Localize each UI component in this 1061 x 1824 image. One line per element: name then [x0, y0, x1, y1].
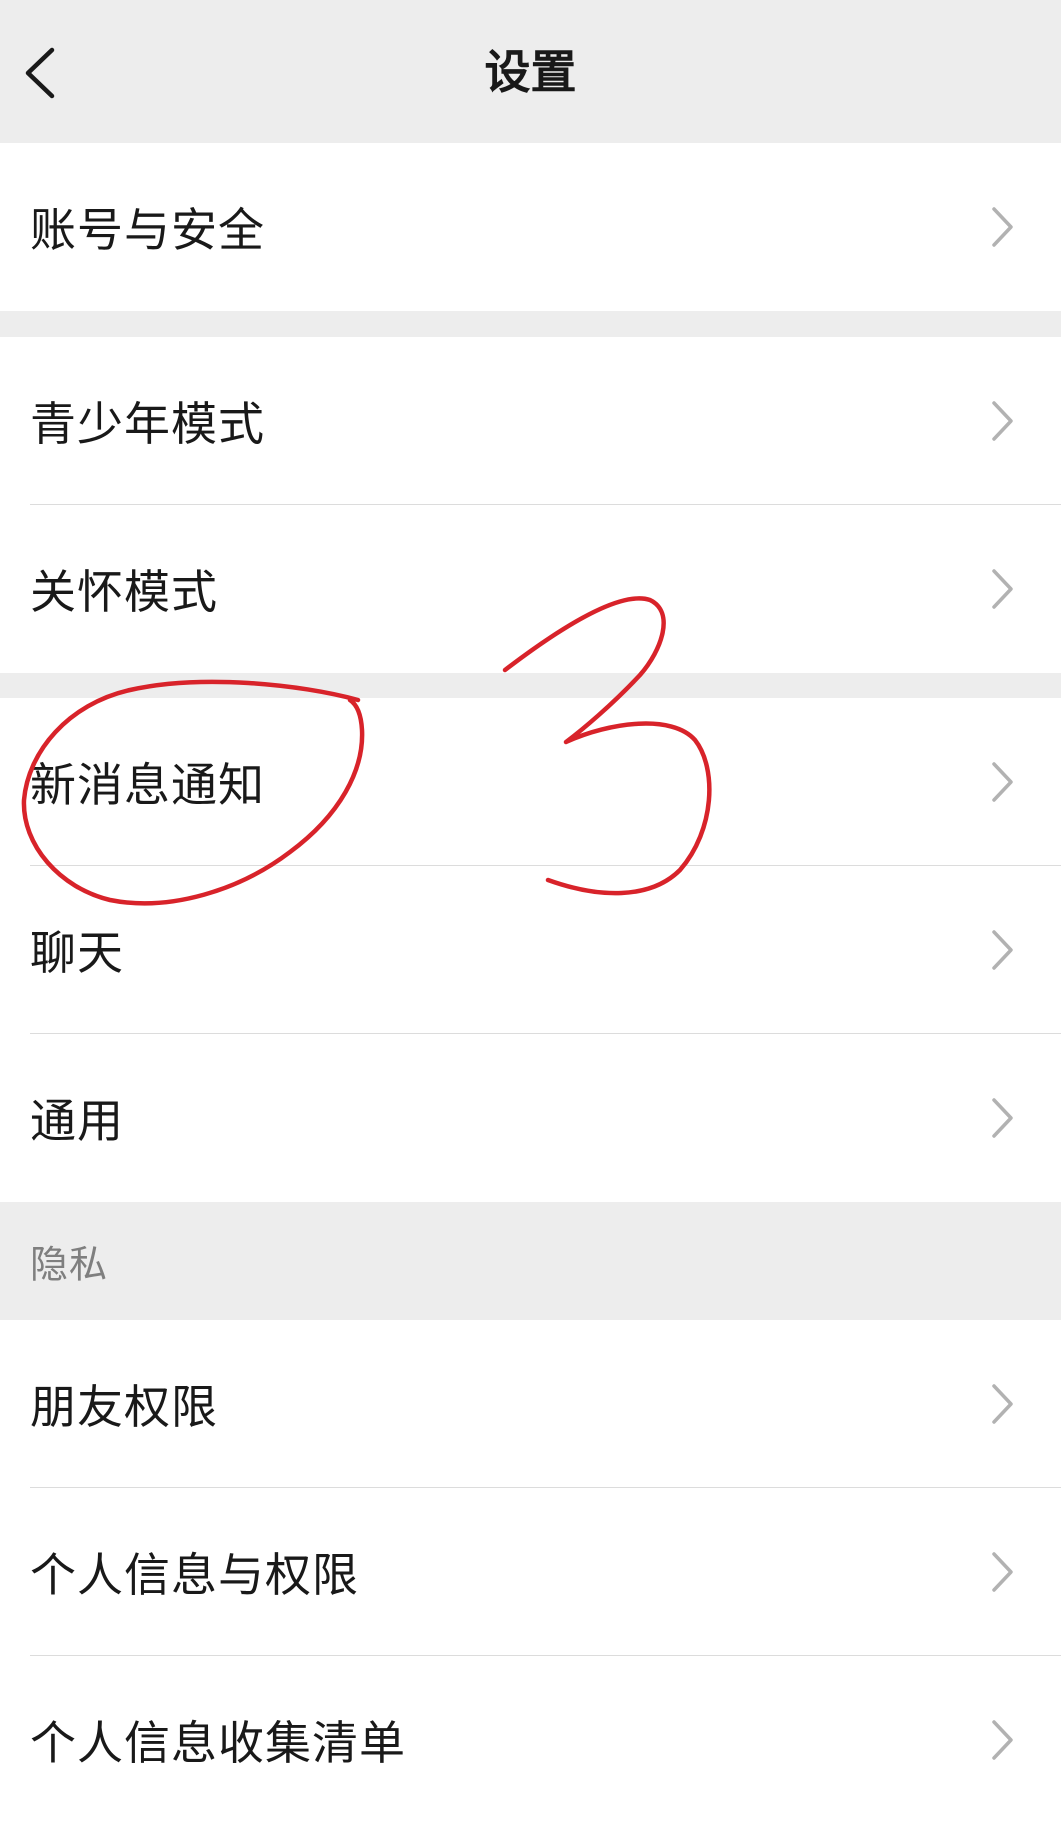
settings-item-label: 新消息通知 [30, 758, 265, 812]
settings-item-general[interactable]: 通用 [0, 1034, 1061, 1202]
settings-item-account-security[interactable]: 账号与安全 [0, 143, 1061, 311]
chevron-right-icon [989, 1550, 1015, 1594]
chevron-right-icon [989, 1096, 1015, 1140]
nav-bar: 设置 [0, 0, 1061, 143]
page-title: 设置 [484, 45, 577, 99]
settings-item-label: 通用 [30, 1094, 124, 1148]
settings-item-label: 账号与安全 [30, 203, 265, 257]
chevron-right-icon [989, 1382, 1015, 1426]
settings-item-label: 朋友权限 [30, 1380, 218, 1434]
settings-item-label: 个人信息收集清单 [30, 1716, 406, 1770]
chevron-right-icon [989, 205, 1015, 249]
settings-item-label: 青少年模式 [30, 397, 265, 451]
settings-item-chat[interactable]: 聊天 [0, 866, 1061, 1034]
chevron-right-icon [989, 1718, 1015, 1762]
settings-item-label: 个人信息与权限 [30, 1548, 359, 1602]
settings-item-personal-info-permissions[interactable]: 个人信息与权限 [0, 1488, 1061, 1656]
chevron-right-icon [989, 928, 1015, 972]
section-title: 隐私 [30, 1242, 109, 1287]
settings-group-account: 账号与安全 [0, 143, 1061, 311]
settings-group-privacy: 朋友权限 个人信息与权限 个人信息收集清单 [0, 1320, 1061, 1824]
settings-item-teen-mode[interactable]: 青少年模式 [0, 337, 1061, 505]
settings-item-new-message-notification[interactable]: 新消息通知 [0, 698, 1061, 866]
settings-item-label: 聊天 [30, 926, 124, 980]
settings-item-care-mode[interactable]: 关怀模式 [0, 505, 1061, 673]
settings-item-label: 关怀模式 [30, 565, 218, 619]
settings-item-friend-permissions[interactable]: 朋友权限 [0, 1320, 1061, 1488]
section-header-privacy: 隐私 [0, 1202, 1061, 1320]
chevron-right-icon [989, 760, 1015, 804]
settings-group-modes: 青少年模式 关怀模式 [0, 337, 1061, 673]
chevron-right-icon [989, 399, 1015, 443]
settings-group-general: 新消息通知 聊天 通用 [0, 698, 1061, 1202]
settings-item-personal-info-collection[interactable]: 个人信息收集清单 [0, 1656, 1061, 1824]
chevron-right-icon [989, 567, 1015, 611]
